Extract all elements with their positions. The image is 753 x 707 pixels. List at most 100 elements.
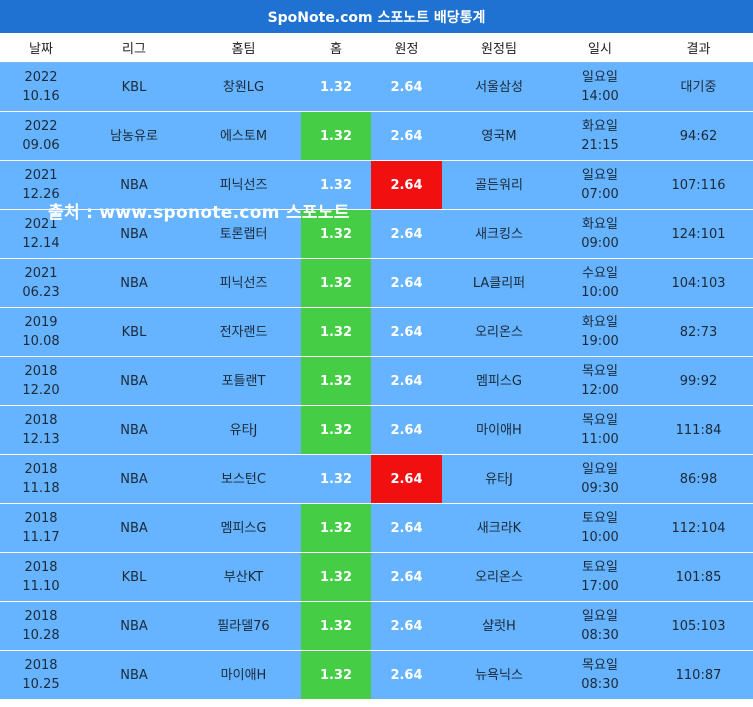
column-header-away-team: 원정팀 <box>442 33 556 63</box>
date-year: 2018 <box>24 364 58 379</box>
away-odds-cell: 2.64 <box>371 111 442 161</box>
page-title: SpoNote.com 스포노트 배당통계 <box>0 0 753 33</box>
home-team-cell: 필라델76 <box>186 601 301 651</box>
table-row: 2018 10.28 NBA 필라델76 1.32 2.64 샬럿H 일요일 08:30 105:… <box>0 601 753 651</box>
home-team-cell: 마이애H <box>186 650 301 700</box>
date-year: 2018 <box>24 658 58 673</box>
date-monthday: 10.16 <box>22 89 60 104</box>
date-cell: 2022 09.06 <box>0 111 82 161</box>
result-cell: 110:87 <box>644 650 753 700</box>
weekday: 화요일 <box>582 119 618 134</box>
away-team-cell: 오리온스 <box>442 307 556 357</box>
game-time: 09:30 <box>581 481 619 496</box>
home-odds-cell: 1.32 <box>301 503 371 553</box>
league-cell: NBA <box>82 503 186 553</box>
date-monthday: 11.10 <box>22 579 60 594</box>
column-header-league: 리그 <box>82 33 186 63</box>
datetime-cell: 토요일 10:00 <box>556 503 644 553</box>
datetime-cell: 화요일 09:00 <box>556 209 644 259</box>
away-odds-cell: 2.64 <box>371 454 442 504</box>
weekday: 목요일 <box>582 413 618 428</box>
game-time: 08:30 <box>581 677 619 692</box>
away-odds-cell: 2.64 <box>371 601 442 651</box>
datetime-cell: 일요일 08:30 <box>556 601 644 651</box>
home-odds-cell: 1.32 <box>301 552 371 602</box>
away-odds-cell: 2.64 <box>371 62 442 112</box>
date-year: 2021 <box>24 266 58 281</box>
home-team-cell: 멤피스G <box>186 503 301 553</box>
league-cell: 남농유로 <box>82 111 186 161</box>
home-team-cell: 창원LG <box>186 62 301 112</box>
league-cell: NBA <box>82 650 186 700</box>
date-year: 2021 <box>24 168 58 183</box>
weekday: 일요일 <box>582 462 618 477</box>
result-cell: 107:116 <box>644 160 753 210</box>
home-team-cell: 부산KT <box>186 552 301 602</box>
table-row: 2018 11.17 NBA 멤피스G 1.32 2.64 새크라K 토요일 10:00 112:… <box>0 503 753 553</box>
result-cell: 101:85 <box>644 552 753 602</box>
date-monthday: 11.17 <box>22 530 60 545</box>
weekday: 토요일 <box>582 511 618 526</box>
date-cell: 2018 10.25 <box>0 650 82 700</box>
table-row: 2018 12.13 NBA 유타J 1.32 2.64 마이애H 목요일 11:00 111:8… <box>0 405 753 455</box>
date-monthday: 10.25 <box>22 677 60 692</box>
date-year: 2018 <box>24 511 58 526</box>
table-row: 2022 10.16 KBL 창원LG 1.32 2.64 서울삼성 일요일 14:00 대기중 <box>0 62 753 112</box>
away-odds-cell: 2.64 <box>371 258 442 308</box>
home-team-cell: 보스턴C <box>186 454 301 504</box>
table-row: 2021 12.26 NBA 피닉선즈 1.32 2.64 골든워리 일요일 07:00 107:… <box>0 160 753 210</box>
table-row: 2021 12.14 NBA 토론랩터 1.32 2.64 새크킹스 화요일 09:00 124:… <box>0 209 753 259</box>
home-odds-cell: 1.32 <box>301 62 371 112</box>
weekday: 목요일 <box>582 658 618 673</box>
league-cell: NBA <box>82 601 186 651</box>
column-header-away-odds: 원정 <box>371 33 442 63</box>
date-year: 2019 <box>24 315 58 330</box>
date-year: 2018 <box>24 413 58 428</box>
datetime-cell: 토요일 17:00 <box>556 552 644 602</box>
league-cell: NBA <box>82 405 186 455</box>
league-cell: KBL <box>82 62 186 112</box>
home-odds-cell: 1.32 <box>301 454 371 504</box>
away-team-cell: 새크킹스 <box>442 209 556 259</box>
result-cell: 124:101 <box>644 209 753 259</box>
table-header-row: 날짜 리그 홈팀 홈 원정 원정팀 일시 결과 <box>0 33 753 63</box>
date-year: 2018 <box>24 462 58 477</box>
datetime-cell: 목요일 12:00 <box>556 356 644 406</box>
result-cell: 99:92 <box>644 356 753 406</box>
datetime-cell: 일요일 09:30 <box>556 454 644 504</box>
away-odds-cell: 2.64 <box>371 209 442 259</box>
datetime-cell: 목요일 08:30 <box>556 650 644 700</box>
game-time: 12:00 <box>581 383 619 398</box>
away-odds-cell: 2.64 <box>371 307 442 357</box>
date-cell: 2018 10.28 <box>0 601 82 651</box>
result-cell: 대기중 <box>644 62 753 112</box>
home-odds-cell: 1.32 <box>301 405 371 455</box>
home-team-cell: 에스토M <box>186 111 301 161</box>
away-odds-cell: 2.64 <box>371 405 442 455</box>
date-monthday: 11.18 <box>22 481 60 496</box>
weekday: 화요일 <box>582 217 618 232</box>
date-monthday: 12.14 <box>22 236 60 251</box>
datetime-cell: 일요일 14:00 <box>556 62 644 112</box>
odds-stats-table: 날짜 리그 홈팀 홈 원정 원정팀 일시 결과 2022 10.16 KBL 창원LG… <box>0 33 753 700</box>
date-cell: 2022 10.16 <box>0 62 82 112</box>
date-year: 2021 <box>24 217 58 232</box>
league-cell: NBA <box>82 454 186 504</box>
table-row: 2019 10.08 KBL 전자랜드 1.32 2.64 오리온스 화요일 19:00 82:7… <box>0 307 753 357</box>
date-cell: 2019 10.08 <box>0 307 82 357</box>
date-cell: 2018 11.17 <box>0 503 82 553</box>
league-cell: KBL <box>82 307 186 357</box>
game-time: 10:00 <box>581 530 619 545</box>
table-row: 2022 09.06 남농유로 에스토M 1.32 2.64 영국M 화요일 21:15 94:6… <box>0 111 753 161</box>
date-monthday: 10.28 <box>22 628 60 643</box>
date-cell: 2021 12.14 <box>0 209 82 259</box>
home-team-cell: 피닉선즈 <box>186 258 301 308</box>
result-cell: 86:98 <box>644 454 753 504</box>
away-team-cell: 골든워리 <box>442 160 556 210</box>
away-team-cell: LA클리퍼 <box>442 258 556 308</box>
away-team-cell: 오리온스 <box>442 552 556 602</box>
datetime-cell: 화요일 21:15 <box>556 111 644 161</box>
away-team-cell: 새크라K <box>442 503 556 553</box>
weekday: 수요일 <box>582 266 618 281</box>
away-odds-cell: 2.64 <box>371 160 442 210</box>
